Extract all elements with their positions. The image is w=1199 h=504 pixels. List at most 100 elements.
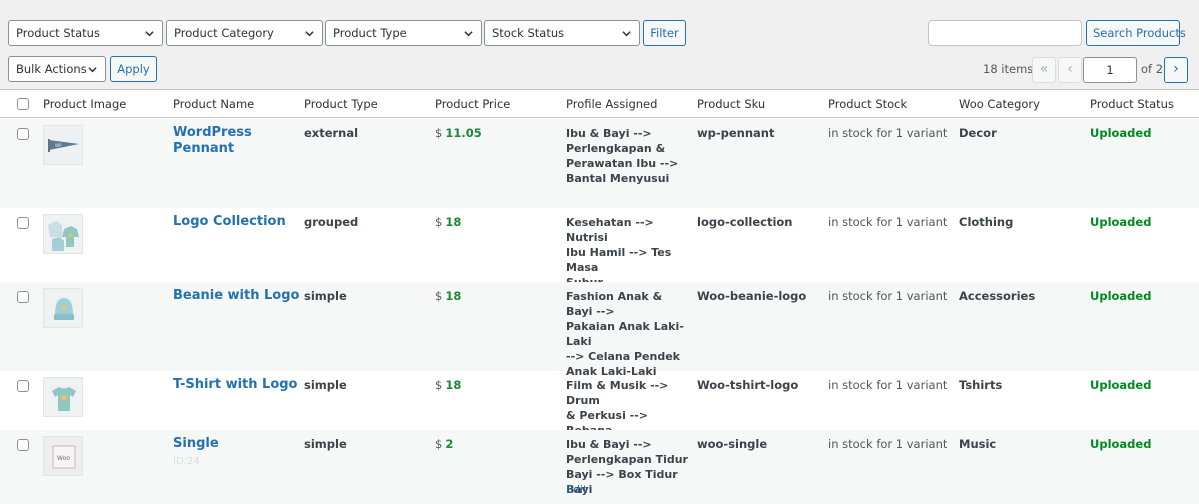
product-name-line: Pennant: [173, 141, 235, 156]
status-badge: Uploaded: [1090, 289, 1152, 303]
bulk-actions-select[interactable]: Bulk Actions: [8, 56, 106, 82]
stock-status-select-value: Stock Status: [492, 26, 565, 40]
product-status-select[interactable]: Product Status: [8, 20, 163, 46]
column-woo-category[interactable]: Woo Category: [959, 97, 1040, 111]
page-total: of 2: [1141, 62, 1164, 76]
column-product-image[interactable]: Product Image: [43, 97, 126, 111]
search-products-button[interactable]: Search Products: [1086, 20, 1186, 46]
product-name-link[interactable]: T-Shirt with Logo: [173, 377, 298, 393]
row-checkbox[interactable]: [17, 380, 29, 392]
row-checkbox[interactable]: [17, 217, 29, 229]
table-row: Logo Collection grouped $18 Kesehatan --…: [0, 208, 1199, 289]
product-sku: wp-pennant: [697, 126, 775, 140]
product-category-select-value: Product Category: [174, 26, 274, 40]
search-input[interactable]: [928, 20, 1082, 46]
product-type: simple: [304, 437, 347, 451]
product-name-link[interactable]: WordPress Pennant: [173, 125, 252, 157]
chevron-down-icon: [464, 31, 473, 37]
column-product-stock[interactable]: Product Stock: [828, 97, 907, 111]
status-badge: Uploaded: [1090, 215, 1152, 229]
row-checkbox[interactable]: [17, 439, 29, 451]
product-type: grouped: [304, 215, 359, 229]
items-count: 18 items: [983, 62, 1034, 76]
chevron-down-icon: [305, 31, 314, 37]
stock-status-select[interactable]: Stock Status: [484, 20, 640, 46]
column-product-price[interactable]: Product Price: [435, 97, 510, 111]
product-status-select-value: Product Status: [16, 26, 100, 40]
status-badge: Uploaded: [1090, 126, 1152, 140]
product-name-link[interactable]: Beanie with Logo: [173, 288, 299, 304]
profile-line: Perawatan Ibu -->: [566, 157, 679, 170]
product-price: $18: [435, 215, 461, 229]
product-id: ID:24: [173, 456, 200, 467]
product-sku: Woo-beanie-logo: [697, 289, 807, 303]
profile-assigned: Fashion Anak & Bayi --> Pakaian Anak Lak…: [566, 289, 688, 379]
profile-assigned: Ibu & Bayi --> Perlengkapan & Perawatan …: [566, 126, 688, 186]
products-table: Product Image Product Name Product Type …: [0, 89, 1199, 504]
apply-button[interactable]: Apply: [110, 56, 157, 82]
profile-line: Perlengkapan &: [566, 142, 666, 155]
product-sku: woo-single: [697, 437, 768, 451]
currency-symbol: $: [435, 289, 443, 303]
currency-symbol: $: [435, 126, 443, 140]
profile-line: --> Celana Pendek: [566, 350, 680, 363]
profile-line: Ibu & Bayi -->: [566, 438, 652, 451]
first-page-button[interactable]: «: [1032, 57, 1056, 83]
table-header: Product Image Product Name Product Type …: [0, 90, 1199, 118]
next-page-button[interactable]: ›: [1164, 57, 1188, 83]
product-type: external: [304, 126, 359, 140]
tshirt-icon[interactable]: [43, 377, 83, 417]
profile-line: Pakaian Anak Laki-Laki: [566, 320, 684, 348]
bulk-actions-select-value: Bulk Actions: [16, 62, 87, 76]
product-type-select-value: Product Type: [333, 26, 407, 40]
profile-line: Fashion Anak & Bayi -->: [566, 290, 663, 318]
product-sku: Woo-tshirt-logo: [697, 378, 799, 392]
prev-page-button[interactable]: ‹: [1058, 57, 1082, 83]
profile-line: Ibu & Bayi -->: [566, 127, 652, 140]
product-type-select[interactable]: Product Type: [325, 20, 482, 46]
product-type: simple: [304, 378, 347, 392]
album-icon[interactable]: Woo: [43, 436, 83, 476]
column-product-type[interactable]: Product Type: [304, 97, 378, 111]
product-category-select[interactable]: Product Category: [166, 20, 323, 46]
profile-line: Film & Musik --> Drum: [566, 379, 669, 407]
currency-symbol: $: [435, 378, 443, 392]
pennant-icon[interactable]: WP: [43, 125, 83, 165]
svg-text:Woo: Woo: [57, 455, 70, 462]
select-all-checkbox[interactable]: [17, 98, 29, 110]
product-stock: in stock for 1 variant: [828, 289, 948, 303]
status-badge: Uploaded: [1090, 437, 1152, 451]
product-sku: logo-collection: [697, 215, 793, 229]
product-price: $18: [435, 289, 461, 303]
profile-line: Ibu Hamil --> Tes Masa: [566, 246, 672, 274]
column-product-status[interactable]: Product Status: [1090, 97, 1174, 111]
price-value: 18: [445, 215, 462, 229]
hoodie-collection-icon[interactable]: [43, 214, 83, 254]
woo-category: Accessories: [959, 289, 1036, 303]
product-stock: in stock for 1 variant: [828, 437, 948, 451]
product-stock: in stock for 1 variant: [828, 215, 948, 229]
edit-profile-link[interactable]: Edit: [566, 483, 587, 496]
profile-assigned: Film & Musik --> Drum & Perkusi --> Reba…: [566, 378, 688, 438]
beanie-icon[interactable]: [43, 288, 83, 328]
column-profile-assigned[interactable]: Profile Assigned: [566, 97, 657, 111]
woo-category: Decor: [959, 126, 997, 140]
product-price: $2: [435, 437, 453, 451]
filter-button[interactable]: Filter: [643, 20, 686, 46]
price-value: 11.05: [445, 126, 482, 140]
product-stock: in stock for 1 variant: [828, 378, 948, 392]
column-product-sku[interactable]: Product Sku: [697, 97, 765, 111]
status-badge: Uploaded: [1090, 378, 1152, 392]
profile-line: Bantal Menyusui: [566, 172, 670, 185]
profile-assigned: Kesehatan --> Nutrisi Ibu Hamil --> Tes …: [566, 215, 688, 290]
row-checkbox[interactable]: [17, 291, 29, 303]
product-name-link[interactable]: Logo Collection: [173, 214, 286, 230]
product-price: $18: [435, 378, 461, 392]
column-product-name[interactable]: Product Name: [173, 97, 254, 111]
current-page-input[interactable]: 1: [1083, 57, 1137, 83]
currency-symbol: $: [435, 437, 443, 451]
table-row: T-Shirt with Logo simple $18 Film & Musi…: [0, 371, 1199, 437]
row-checkbox[interactable]: [17, 128, 29, 140]
product-name-link[interactable]: Single: [173, 436, 219, 452]
profile-line: Perlengkapan Tidur: [566, 453, 688, 466]
